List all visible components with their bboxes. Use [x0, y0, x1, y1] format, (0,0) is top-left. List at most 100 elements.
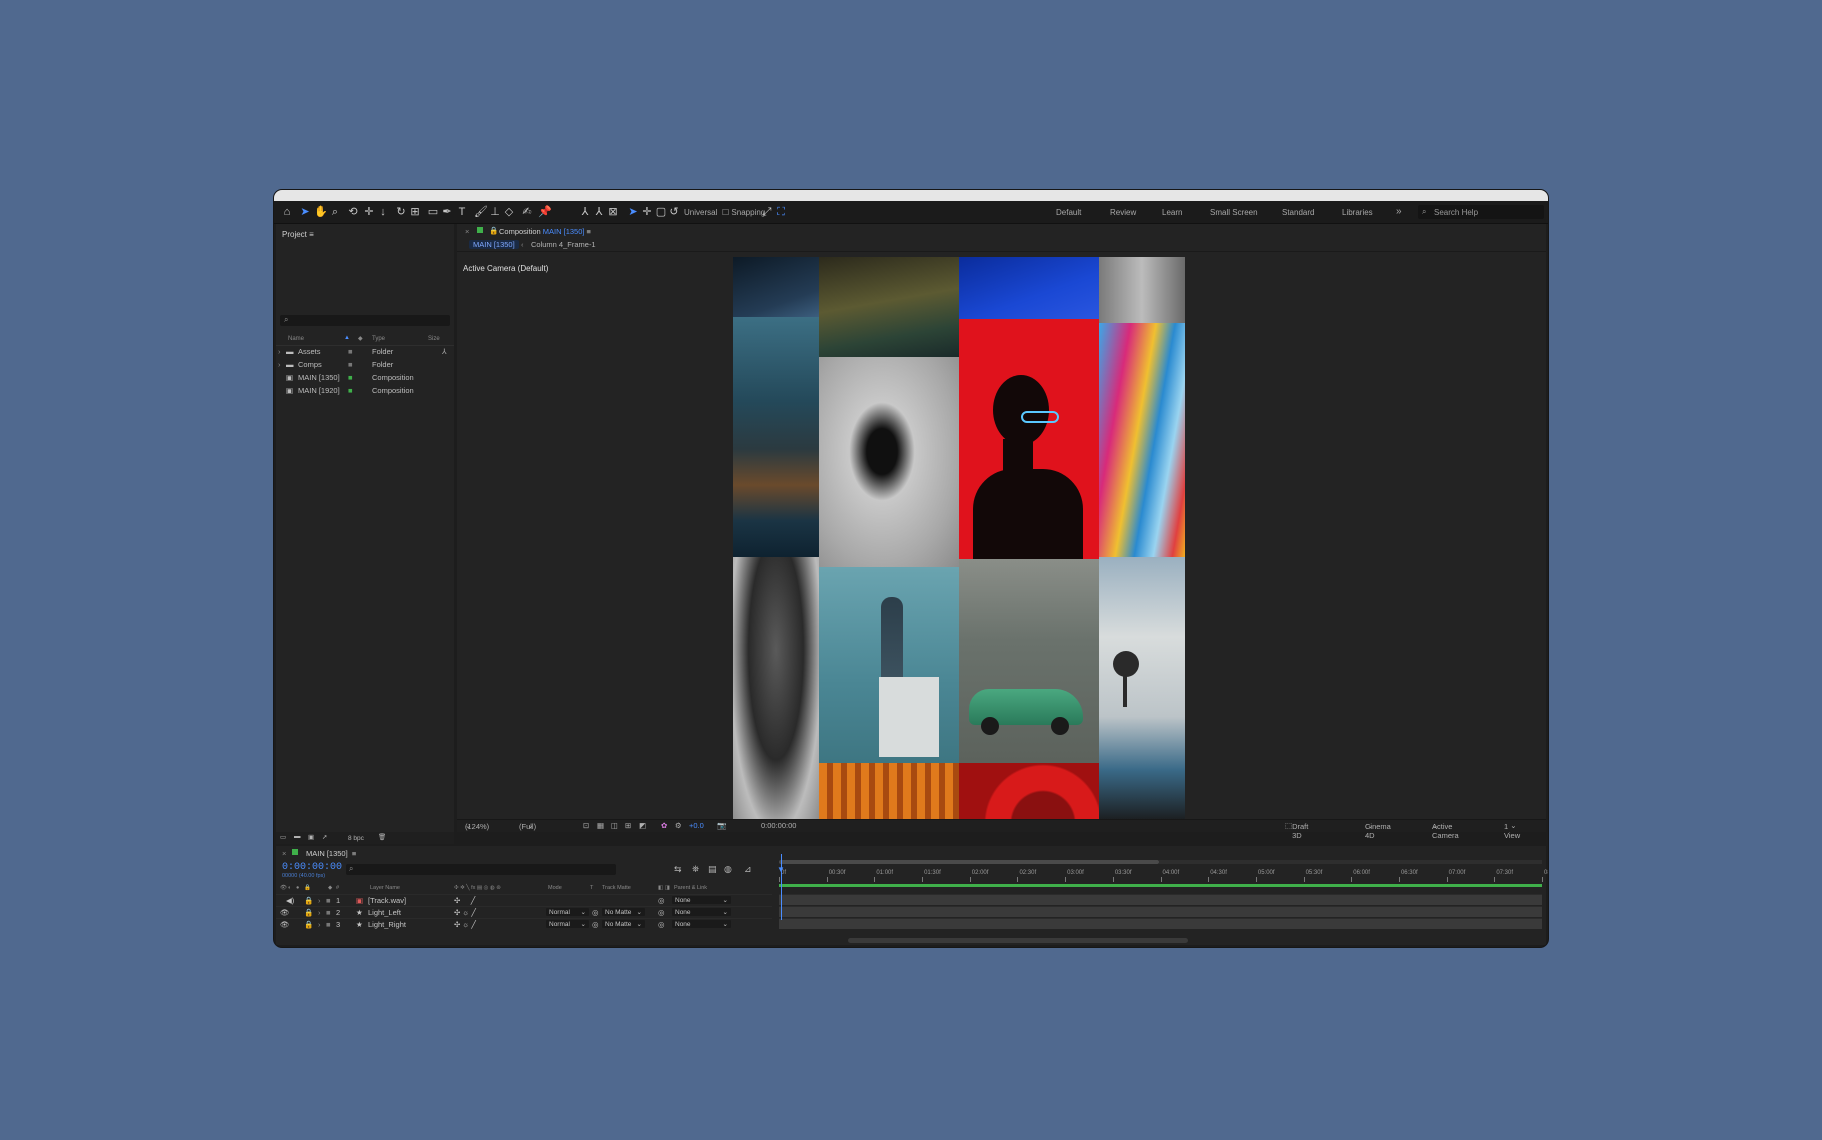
col-t[interactable]: T [590, 885, 593, 891]
track-bar-1[interactable] [779, 894, 1542, 905]
draft-3d-icon[interactable]: ⛯ [692, 864, 699, 875]
workspaces-more-button[interactable]: » [1396, 206, 1402, 217]
col-parent[interactable]: Parent & Link [674, 885, 707, 891]
snapping-toggle[interactable]: ☐ Snapping [722, 208, 765, 217]
new-comp-icon[interactable]: ▣ [308, 833, 314, 841]
graph-editor-icon[interactable]: ⊿ [744, 864, 752, 875]
frame-blending-icon[interactable]: ▤ [708, 864, 717, 875]
col-name[interactable]: Name [288, 336, 304, 342]
pen-tool-icon[interactable]: ✒ [440, 205, 454, 219]
pickwhip-icon[interactable]: ◎ [592, 920, 599, 929]
track-matte-dropdown[interactable]: No Matte ⌄ [602, 920, 645, 928]
zoom-dropdown[interactable]: (124%) ⌄ [465, 821, 489, 831]
layer-name[interactable]: [Track.wav] [368, 896, 406, 905]
close-icon[interactable]: × [465, 227, 469, 236]
snapshot-icon[interactable]: 📷 [717, 821, 726, 830]
rectangle-tool-icon[interactable]: ▭ [426, 205, 440, 219]
composition-canvas[interactable] [733, 257, 1185, 823]
audio-icon[interactable]: ◀) [286, 896, 294, 905]
subtab-main-1350[interactable]: MAIN [1350] [469, 240, 519, 249]
layer-switches[interactable]: ✣ ☼ ╱ [454, 908, 476, 917]
track-bar-2[interactable] [779, 906, 1542, 917]
puppet-tool-icon[interactable]: 📌 [538, 205, 552, 219]
track-matte-dropdown[interactable]: No Matte ⌄ [602, 908, 645, 916]
pan-behind-icon[interactable]: ⊞ [408, 205, 422, 219]
workspace-review[interactable]: Review [1110, 208, 1136, 217]
parent-dropdown[interactable]: None ⌄ [672, 908, 731, 916]
timeline-search-input[interactable]: ⌕ [346, 864, 616, 875]
project-item-comps[interactable]: › ▬ Comps ■ Folder [276, 359, 454, 371]
home-icon[interactable]: ⌂ [280, 205, 294, 219]
col-type[interactable]: Type [372, 336, 385, 342]
visibility-icon[interactable]: 👁 [280, 885, 287, 891]
visibility-icon[interactable]: 👁 [280, 908, 290, 917]
clone-stamp-icon[interactable]: ⊥ [488, 205, 502, 219]
visibility-icon[interactable]: 👁 [280, 920, 290, 929]
rotate-tool-icon[interactable]: ↻ [394, 205, 408, 219]
timeline-tab[interactable]: MAIN [1350] ≡ [306, 849, 356, 858]
time-ruler[interactable]: 0f 00:30f 01:00f 01:30f 02:00f 02:30f 03:00f 03… [779, 858, 1548, 887]
sort-ascending-icon[interactable]: ▲ [344, 335, 350, 341]
composition-tab[interactable]: Composition MAIN [1350] ≡ [499, 227, 591, 236]
new-folder-icon[interactable]: ▬ [294, 833, 301, 840]
workspace-small-screen[interactable]: Small Screen [1210, 208, 1258, 217]
axis-view-icon[interactable]: ⊠ [606, 205, 620, 219]
zoom-tool-icon[interactable]: ⌕ [328, 205, 342, 219]
snap-icon[interactable]: ⤢ [760, 205, 774, 219]
layer-name[interactable]: Light_Right [368, 920, 406, 929]
roto-brush-icon[interactable]: ✍ [520, 205, 534, 219]
close-icon[interactable]: × [282, 849, 286, 858]
hand-tool-icon[interactable]: ✋ [314, 205, 328, 219]
camera-dropdown[interactable]: Active Camera ... ⌄ [1432, 821, 1459, 849]
timeline-timecode[interactable]: 0:00:00:00 [282, 862, 342, 873]
color-management-icon[interactable]: ✿ [661, 821, 667, 830]
layer-row-3[interactable]: 👁 🔒 › ■ 3 ★ Light_Right ✣ ☼ ╱ Normal ⌄ ◎ … [276, 918, 772, 930]
axis-world-icon[interactable]: ⅄ [592, 205, 606, 219]
lock-icon[interactable]: 🔒 [304, 920, 313, 929]
guides-icon[interactable]: ⊞ [625, 821, 631, 830]
project-item-main-1350[interactable]: ▣ MAIN [1350] ■ Composition [276, 372, 454, 384]
chevron-right-icon[interactable]: › [278, 360, 281, 369]
workspace-standard[interactable]: Standard [1282, 208, 1314, 217]
pickwhip-icon[interactable]: ◎ [658, 908, 665, 917]
col-mode[interactable]: Mode [548, 885, 562, 891]
expand-icon[interactable]: ⛶ [774, 205, 788, 219]
label-icon[interactable]: ◆ [328, 885, 332, 891]
layer-name[interactable]: Light_Left [368, 908, 401, 917]
flowchart-icon[interactable]: ⅄ [442, 347, 447, 356]
interpret-footage-icon[interactable]: ▭ [280, 833, 286, 841]
render-icon[interactable]: ➚ [322, 833, 327, 841]
pickwhip-icon[interactable]: ◎ [658, 896, 665, 905]
layer-row-1[interactable]: ◀) 🔒 › ■ 1 ▣ [Track.wav] ✣ ╱ ◎ None ⌄ [276, 894, 772, 906]
layer-switches[interactable]: ✣ ☼ ╱ [454, 920, 476, 929]
track-bar-3[interactable] [779, 918, 1542, 929]
universal-select-icon[interactable]: ➤ [626, 205, 640, 219]
col-track-matte[interactable]: Track Matte [602, 885, 631, 891]
lock-icon[interactable]: 🔒 [489, 226, 498, 235]
project-tab[interactable]: Project ≡ [282, 230, 314, 239]
composition-mini-flowchart-icon[interactable]: ⇆ [674, 864, 682, 875]
resolution-dropdown[interactable]: (Full) ⌄ [519, 821, 536, 831]
chevron-right-icon[interactable]: › [318, 896, 321, 905]
transparency-grid-icon[interactable]: ▦ [597, 821, 604, 830]
playhead-handle-icon[interactable]: ▼ [777, 865, 785, 874]
orbit-camera-icon[interactable]: ⟲ [346, 205, 360, 219]
axis-local-icon[interactable]: ⅄ [578, 205, 592, 219]
audio-icon[interactable]: ◐ [288, 885, 291, 891]
lock-icon[interactable]: 🔒 [304, 896, 313, 905]
pan-camera-icon[interactable]: ✛ [362, 205, 376, 219]
work-area-bar[interactable] [779, 860, 1159, 864]
subtab-column4-frame1[interactable]: Column 4_Frame-1 [531, 240, 596, 249]
lock-icon[interactable]: 🔒 [304, 908, 313, 917]
layer-row-2[interactable]: 👁 🔒 › ■ 2 ★ Light_Left ✣ ☼ ╱ Normal ⌄ ◎ N… [276, 906, 772, 918]
chevron-right-icon[interactable]: › [278, 347, 281, 356]
parent-dropdown[interactable]: None ⌄ [672, 920, 731, 928]
mode-dropdown[interactable]: Normal ⌄ [546, 908, 589, 916]
dolly-camera-icon[interactable]: ↓ [376, 205, 390, 219]
layer-switches[interactable]: ✣ ╱ [454, 896, 475, 905]
draft-3d-toggle[interactable]: ⬚ Draft 3D [1285, 821, 1308, 840]
matte-icons[interactable]: ◧ ◨ [658, 885, 670, 891]
selection-tool-icon[interactable]: ➤ [298, 205, 312, 219]
switches-icons[interactable]: ✣ ✲ ╲ fx ▤ ◎ ◍ ⊚ [454, 885, 501, 891]
type-tool-icon[interactable]: T [455, 205, 469, 219]
